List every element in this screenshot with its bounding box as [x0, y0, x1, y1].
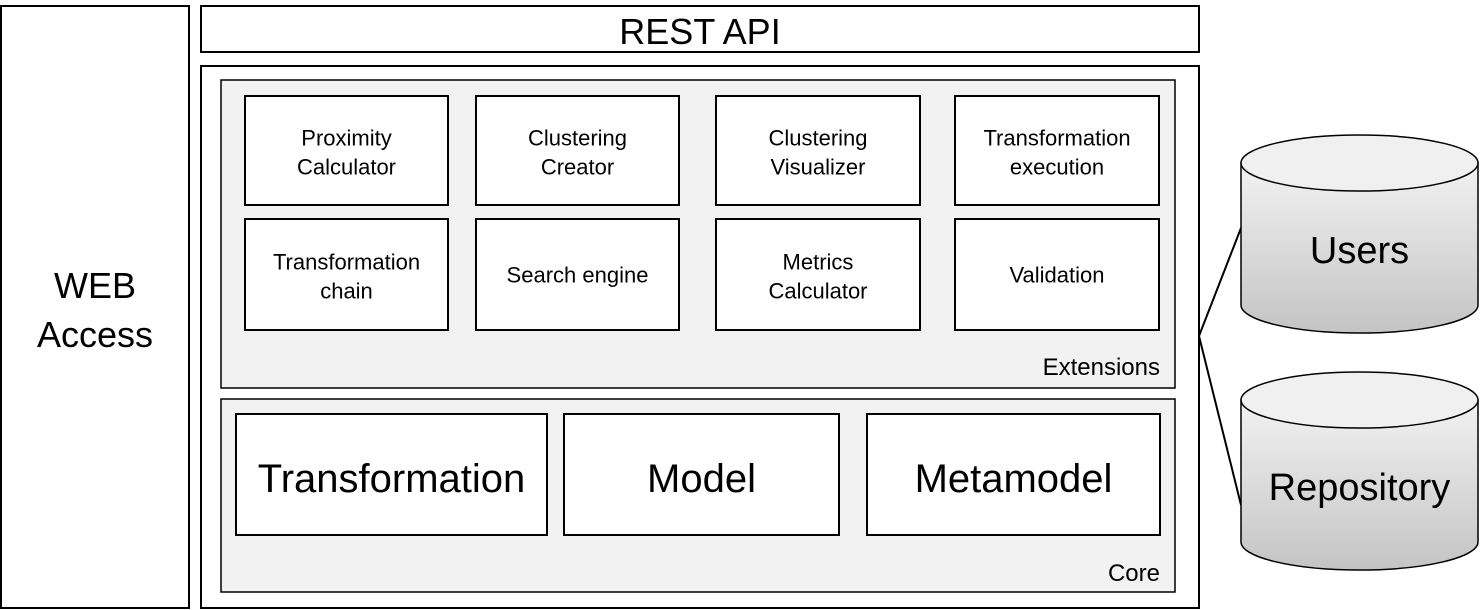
database-cylinder: Users [1240, 134, 1479, 334]
extension-module: Clustering Visualizer [715, 95, 921, 206]
extensions-panel: Extensions Proximity Calculator Clustering… [220, 79, 1176, 389]
architecture-diagram: WEB Access REST API Extensions Proximity… [0, 5, 1479, 609]
module-label: Visualizer [771, 155, 866, 180]
module-label: Transformation [983, 126, 1130, 151]
core-module: Transformation [235, 413, 548, 536]
core-module-label: Model [647, 457, 756, 501]
extension-module: Proximity Calculator [244, 95, 449, 206]
rest-api-box: REST API [200, 5, 1200, 53]
extension-module: Clustering Creator [475, 95, 680, 206]
db-connectors [1198, 227, 1242, 506]
extension-module: Search engine [475, 218, 680, 331]
core-label: Core [1108, 560, 1160, 587]
core-module-label: Transformation [258, 457, 526, 501]
web-access-label-2: Access [37, 314, 153, 355]
database-label: Repository [1269, 467, 1451, 509]
core-panel: Core Transformation Model Metamodel [220, 398, 1176, 593]
module-label: Creator [541, 155, 614, 180]
database-label: Users [1310, 230, 1409, 272]
module-label: Proximity [301, 126, 391, 151]
module-label: Transformation [273, 250, 420, 275]
extensions-label: Extensions [1043, 354, 1160, 381]
rest-api-label: REST API [619, 11, 780, 52]
module-label: Calculator [297, 155, 396, 180]
module-label: Clustering [528, 126, 627, 151]
module-label: Clustering [768, 126, 867, 151]
core-module: Model [563, 413, 840, 536]
database-cylinder: Repository [1240, 371, 1479, 571]
module-label: chain [320, 279, 373, 304]
core-module-label: Metamodel [915, 457, 1113, 501]
extension-module: Metrics Calculator [715, 218, 921, 331]
extension-module: Validation [954, 218, 1160, 331]
web-access-box: WEB Access [0, 5, 190, 609]
module-label: Search engine [507, 263, 649, 288]
extension-module: Transformation chain [244, 218, 449, 331]
web-access-label-1: WEB [54, 265, 136, 306]
module-label: Calculator [768, 279, 867, 304]
module-label: Validation [1010, 263, 1105, 288]
extension-module: Transformation execution [954, 95, 1160, 206]
module-label: Metrics [783, 250, 854, 275]
core-module: Metamodel [866, 413, 1161, 536]
module-label: execution [1010, 155, 1104, 180]
